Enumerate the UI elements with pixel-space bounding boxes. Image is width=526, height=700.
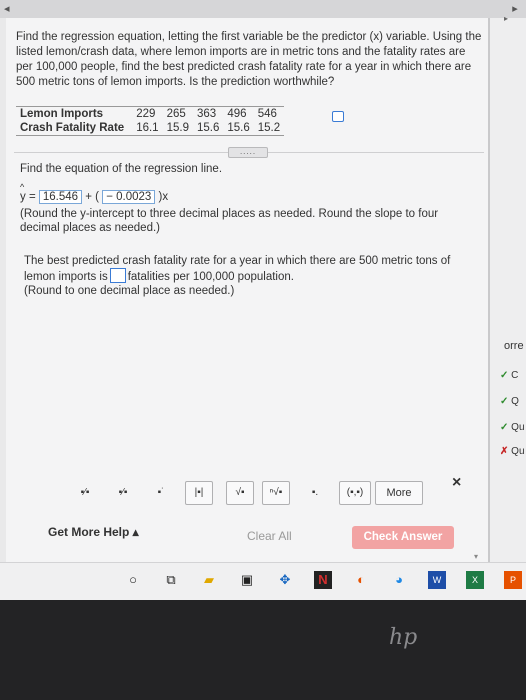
search-icon[interactable]: ○ bbox=[124, 571, 142, 589]
sqrt-icon[interactable]: √▪ bbox=[226, 481, 254, 505]
clear-all-button[interactable]: Clear All bbox=[247, 529, 292, 543]
back-arrow-icon[interactable]: ◂ bbox=[4, 2, 18, 15]
sidebar-item-label: Qu bbox=[511, 422, 525, 433]
intercept-answer-field[interactable]: 16.546 bbox=[38, 190, 83, 204]
sidebar-header: orre bbox=[504, 340, 524, 352]
y-hat: y bbox=[20, 182, 26, 203]
incorrect-icon: ✗ bbox=[500, 446, 509, 457]
get-more-help-button[interactable]: Get More Help ▴ bbox=[48, 525, 139, 539]
task-view-icon[interactable]: ⧉ bbox=[162, 571, 180, 589]
find-equation-prompt: Find the equation of the regression line… bbox=[20, 163, 223, 175]
regression-equation: y = 16.546 + ( − 0.0023 )x bbox=[20, 182, 169, 204]
hp-logo: hp bbox=[389, 625, 418, 650]
close-paren-x: )x bbox=[158, 191, 169, 203]
check-icon: ✓ bbox=[500, 422, 509, 433]
prediction-text-after: fatalities per 100,000 population. bbox=[127, 271, 294, 283]
plus-paren: + ( bbox=[85, 191, 100, 203]
sidebar-item-label: Q bbox=[511, 396, 519, 407]
app-icon[interactable]: ◐ bbox=[352, 571, 370, 589]
table-cell: 15.9 bbox=[162, 121, 193, 136]
close-icon[interactable]: × bbox=[452, 474, 461, 492]
copy-data-icon[interactable] bbox=[332, 111, 344, 122]
sidebar-item[interactable]: ✓ C bbox=[500, 370, 518, 381]
table-cell: 15.6 bbox=[223, 121, 254, 136]
data-table: Lemon Imports 229 265 363 496 546 Crash … bbox=[16, 106, 285, 136]
sidebar-item[interactable]: ✓ Qu bbox=[500, 422, 525, 433]
table-row: Lemon Imports 229 265 363 496 546 bbox=[16, 106, 285, 121]
sidebar-item[interactable]: ✓ Q bbox=[500, 396, 519, 407]
absolute-value-icon[interactable]: |▪| bbox=[185, 481, 213, 505]
table-cell: 15.6 bbox=[192, 121, 224, 136]
laptop-bezel bbox=[0, 600, 526, 700]
row-label: Crash Fatality Rate bbox=[16, 121, 133, 136]
more-tools-button[interactable]: More bbox=[375, 481, 423, 505]
slope-answer-field[interactable]: − 0.0023 bbox=[102, 190, 156, 204]
dropbox-icon[interactable]: ✥ bbox=[276, 571, 294, 589]
file-explorer-icon[interactable]: ▰ bbox=[200, 571, 218, 589]
math-toolbar: ▪⁄▪ ▪⁄▪ ▪˙ |▪| √▪ ⁿ√▪ ▪. (▪,▪) More bbox=[72, 479, 488, 507]
interval-icon[interactable]: (▪,▪) bbox=[339, 481, 371, 505]
screen: ◂ ▸ Find the regression equation, lettin… bbox=[0, 0, 526, 600]
table-cell: 496 bbox=[223, 106, 254, 121]
top-bar: ◂ ▸ bbox=[0, 0, 526, 18]
netflix-icon[interactable]: N bbox=[314, 571, 332, 589]
sidebar-item-label: Qu bbox=[511, 446, 525, 457]
powerpoint-icon[interactable]: P bbox=[504, 571, 522, 589]
nth-root-icon[interactable]: ⁿ√▪ bbox=[262, 481, 290, 505]
expand-more-button[interactable]: ..... bbox=[228, 147, 268, 158]
table-cell: 16.1 bbox=[132, 121, 163, 136]
prediction-rounding: (Round to one decimal place as needed.) bbox=[24, 285, 235, 297]
table-cell: 265 bbox=[162, 106, 193, 121]
rounding-note: (Round the y-intercept to three decimal … bbox=[20, 208, 439, 234]
check-answer-button[interactable]: Check Answer bbox=[352, 526, 454, 549]
sidebar-item[interactable]: ✗ Qu bbox=[500, 446, 525, 457]
word-icon[interactable]: W bbox=[428, 571, 446, 589]
check-icon: ✓ bbox=[500, 370, 509, 381]
sidebar-item-label: C bbox=[511, 370, 519, 381]
table-cell: 15.2 bbox=[253, 121, 285, 136]
prediction-question: The best predicted crash fatality rate f… bbox=[24, 254, 484, 298]
scroll-down-icon[interactable]: ▾ bbox=[474, 552, 478, 561]
check-icon: ✓ bbox=[500, 396, 509, 407]
edge-browser-icon[interactable]: ◕ bbox=[390, 571, 408, 589]
row-label: Lemon Imports bbox=[16, 106, 133, 121]
table-cell: 546 bbox=[253, 106, 285, 121]
question-list-strip bbox=[490, 18, 526, 578]
exponent-icon[interactable]: ▪˙ bbox=[148, 482, 174, 504]
mixed-number-icon[interactable]: ▪⁄▪ bbox=[110, 482, 136, 504]
store-icon[interactable]: ▣ bbox=[238, 571, 256, 589]
table-cell: 363 bbox=[192, 106, 224, 121]
question-text: Find the regression equation, letting th… bbox=[16, 31, 482, 88]
decimal-icon[interactable]: ▪. bbox=[302, 482, 328, 504]
table-cell: 229 bbox=[132, 106, 163, 121]
forward-arrow-icon[interactable]: ▸ bbox=[508, 2, 522, 15]
sidebar-toggle-icon[interactable]: ▸ bbox=[504, 14, 508, 23]
taskbar: ○ ⧉ ▰ ▣ ✥ N ◐ ◕ W X P bbox=[0, 562, 526, 600]
prediction-answer-field[interactable] bbox=[109, 268, 126, 283]
fraction-icon[interactable]: ▪⁄▪ bbox=[72, 482, 98, 504]
excel-icon[interactable]: X bbox=[466, 571, 484, 589]
table-row: Crash Fatality Rate 16.1 15.9 15.6 15.6 … bbox=[16, 121, 285, 136]
equals-sign: = bbox=[28, 191, 36, 203]
